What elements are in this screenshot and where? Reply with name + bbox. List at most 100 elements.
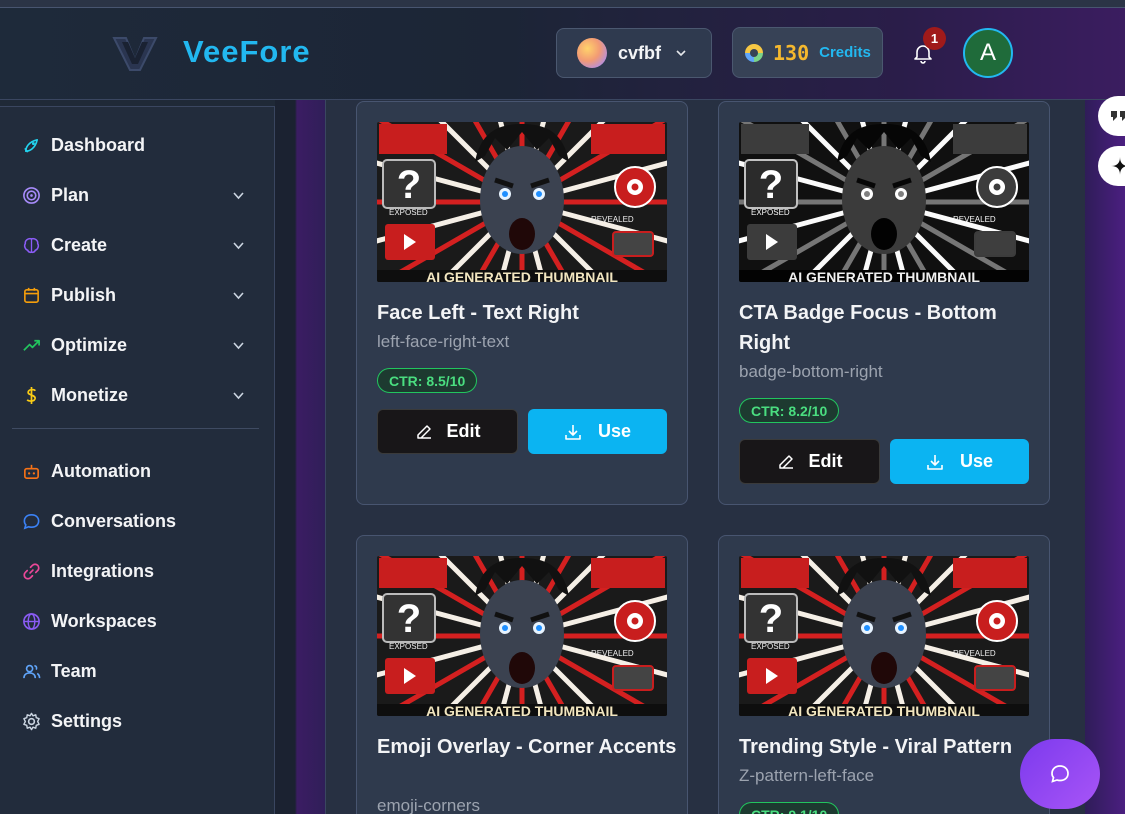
- sparkle-icon: [1111, 157, 1125, 175]
- sidebar-item-dashboard[interactable]: Dashboard: [0, 125, 275, 165]
- credits-amount: 130: [773, 40, 810, 65]
- chevron-down-icon[interactable]: [232, 239, 245, 252]
- globe-icon: [23, 612, 40, 630]
- svg-text:EXPOSED: EXPOSED: [389, 208, 428, 217]
- chevron-down-icon: [676, 50, 686, 57]
- edit-button[interactable]: Edit: [739, 439, 880, 484]
- ctr-badge: CTR: 8.2/10: [739, 398, 840, 423]
- sidebar-item-label: Workspaces: [51, 610, 157, 631]
- svg-text:REVEALED: REVEALED: [591, 649, 634, 658]
- template-thumbnail[interactable]: ? EXPOSED REVEALED AI GENERATED THUMBNAI…: [377, 556, 667, 716]
- gear-icon: [23, 712, 40, 730]
- template-slug: Z-pattern-left-face: [739, 766, 875, 785]
- sidebar-divider: [12, 428, 259, 429]
- chat-icon: [23, 513, 40, 529]
- edit-button[interactable]: Edit: [377, 409, 518, 454]
- link-icon: [23, 562, 40, 580]
- use-label: Use: [597, 421, 632, 441]
- template-slug: badge-bottom-right: [739, 362, 883, 381]
- brand-name[interactable]: VeeFore: [183, 34, 311, 70]
- svg-text:AI GENERATED THUMBNAIL: AI GENERATED THUMBNAIL: [426, 269, 618, 282]
- template-slug: emoji-corners: [377, 796, 480, 814]
- pencil-icon: [416, 424, 431, 439]
- sidebar-item-monetize[interactable]: Monetize: [0, 375, 275, 415]
- svg-text:EXPOSED: EXPOSED: [751, 642, 790, 651]
- sidebar-item-label: Team: [51, 660, 97, 681]
- template-title: Trending Style - Viral Pattern: [739, 736, 1013, 758]
- template-card[interactable]: ? EXPOSED REVEALED AI GENERATED THUMBNAI…: [356, 535, 688, 814]
- dollar-icon: [26, 386, 37, 404]
- rocket-icon: [24, 138, 39, 153]
- target-icon: [23, 186, 40, 204]
- edit-label: Edit: [446, 421, 481, 441]
- chevron-down-icon[interactable]: [232, 189, 245, 202]
- use-label: Use: [959, 451, 994, 471]
- use-button[interactable]: Use: [528, 409, 667, 454]
- credits-coin-icon: [745, 43, 763, 62]
- template-title: Face Left - Text Right: [377, 302, 579, 324]
- chat-support-button[interactable]: [1020, 739, 1100, 809]
- workspace-selector[interactable]: cvfbf: [556, 28, 712, 78]
- trending-up-icon: [23, 339, 40, 351]
- sidebar-item-label: Plan: [51, 184, 90, 205]
- svg-text:EXPOSED: EXPOSED: [389, 642, 428, 651]
- bot-icon: [24, 464, 39, 479]
- sidebar-item-label: Publish: [51, 284, 117, 305]
- download-icon: [565, 424, 581, 440]
- sidebar-item-team[interactable]: Team: [0, 651, 275, 691]
- sidebar-item-label: Conversations: [51, 510, 177, 531]
- sidebar-item-label: Monetize: [51, 384, 129, 405]
- sidebar-item-plan[interactable]: Plan: [0, 175, 275, 215]
- notification-badge[interactable]: 1: [923, 27, 946, 50]
- calendar-icon: [24, 287, 39, 303]
- chevron-down-icon[interactable]: [232, 289, 245, 302]
- sidebar-item-settings[interactable]: Settings: [0, 701, 275, 741]
- svg-text:AI GENERATED THUMBNAIL: AI GENERATED THUMBNAIL: [788, 703, 980, 716]
- users-icon: [23, 664, 41, 678]
- veefore-logo-icon[interactable]: [112, 34, 158, 72]
- template-title: Emoji Overlay - Corner Accents: [377, 736, 677, 758]
- credits-display[interactable]: 130 Credits: [732, 27, 883, 78]
- template-card[interactable]: ? EXPOSED REVEALED AI GENERATED THUMBNAI…: [356, 101, 688, 505]
- sidebar-item-workspaces[interactable]: Workspaces: [0, 601, 275, 641]
- sidebar-item-conversations[interactable]: Conversations: [0, 501, 275, 541]
- sidebar-item-optimize[interactable]: Optimize: [0, 325, 275, 365]
- svg-text:AI GENERATED THUMBNAIL: AI GENERATED THUMBNAIL: [788, 269, 980, 282]
- template-thumbnail[interactable]: ? EXPOSED REVEALED AI GENERATED THUMBNAI…: [739, 122, 1029, 282]
- sidebar-item-integrations[interactable]: Integrations: [0, 551, 275, 591]
- sidebar: Dashboard Plan Create Publish Optimize M…: [0, 106, 275, 814]
- svg-text:?: ?: [759, 597, 783, 641]
- quote-icon: [1111, 111, 1125, 121]
- chat-bubble-icon: [1051, 765, 1069, 783]
- sidebar-item-label: Create: [51, 234, 108, 255]
- sidebar-item-label: Automation: [51, 460, 151, 481]
- chevron-down-icon[interactable]: [232, 339, 245, 352]
- sidebar-item-create[interactable]: Create: [0, 225, 275, 265]
- template-thumbnail[interactable]: ? EXPOSED REVEALED AI GENERATED THUMBNAI…: [739, 556, 1029, 716]
- sidebar-item-publish[interactable]: Publish: [0, 275, 275, 315]
- svg-text:?: ?: [397, 597, 421, 641]
- chevron-down-icon[interactable]: [232, 389, 245, 402]
- ctr-badge: CTR: 8.5/10: [377, 368, 478, 393]
- pencil-icon: [778, 454, 793, 469]
- credits-label: Credits: [819, 44, 871, 61]
- svg-text:AI GENERATED THUMBNAIL: AI GENERATED THUMBNAIL: [426, 703, 618, 716]
- svg-text:?: ?: [397, 163, 421, 207]
- user-avatar[interactable]: A: [963, 28, 1013, 78]
- sidebar-item-label: Settings: [51, 710, 123, 731]
- svg-text:REVEALED: REVEALED: [591, 215, 634, 224]
- workspace-name: cvfbf: [618, 42, 662, 63]
- svg-text:?: ?: [759, 163, 783, 207]
- use-button[interactable]: Use: [890, 439, 1029, 484]
- svg-text:REVEALED: REVEALED: [953, 215, 996, 224]
- brain-icon: [23, 237, 40, 253]
- template-title: CTA Badge Focus - Bottom Right: [739, 302, 997, 354]
- edit-label: Edit: [808, 451, 843, 471]
- sidebar-item-automation[interactable]: Automation: [0, 451, 275, 491]
- template-thumbnail[interactable]: ? EXPOSED REVEALED AI GENERATED THUMBNAI…: [377, 122, 667, 282]
- sidebar-item-label: Integrations: [51, 560, 155, 581]
- template-slug: left-face-right-text: [377, 332, 510, 351]
- template-card[interactable]: ? EXPOSED REVEALED AI GENERATED THUMBNAI…: [718, 535, 1050, 814]
- svg-text:REVEALED: REVEALED: [953, 649, 996, 658]
- template-card[interactable]: ? EXPOSED REVEALED AI GENERATED THUMBNAI…: [718, 101, 1050, 505]
